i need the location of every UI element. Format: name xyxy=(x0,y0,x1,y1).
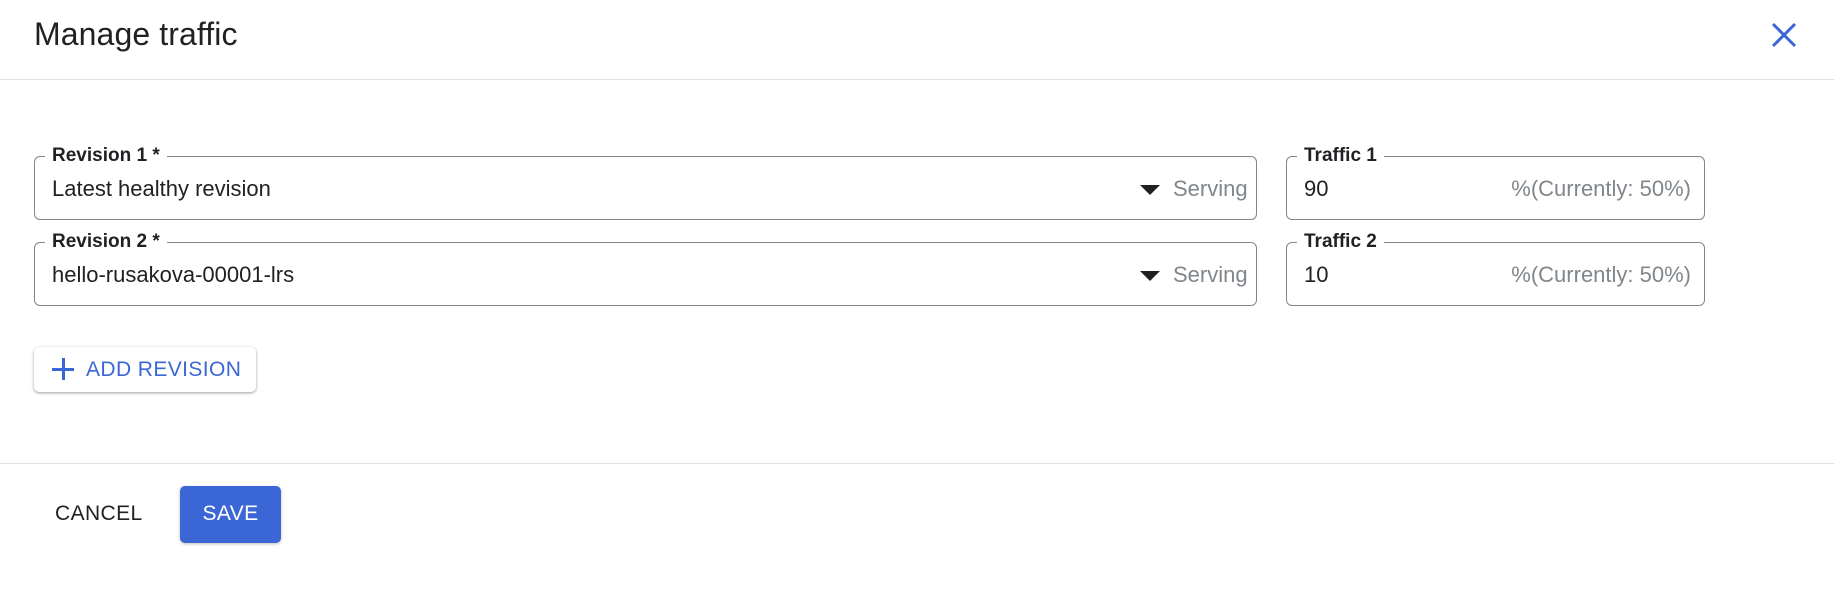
traffic-2-value[interactable]: 10 xyxy=(1304,261,1328,289)
traffic-1-value[interactable]: 90 xyxy=(1304,175,1328,203)
dialog-header: Manage traffic xyxy=(0,0,1834,80)
traffic-2-suffix: %(Currently: 50%) xyxy=(1511,262,1691,287)
revision-2-value: hello-rusakova-00001-lrs xyxy=(52,262,295,287)
cancel-button[interactable]: CANCEL xyxy=(40,486,160,542)
add-revision-button[interactable]: ADD REVISION xyxy=(34,347,256,392)
plus-icon xyxy=(52,358,74,380)
save-button[interactable]: SAVE xyxy=(180,486,281,543)
revision-1-status: Serving xyxy=(1173,176,1248,201)
revision-2-select[interactable]: Revision 2 * hello-rusakova-00001-lrs Se… xyxy=(34,230,1257,306)
traffic-1-label: Traffic 1 xyxy=(1297,144,1384,168)
traffic-1-input[interactable]: Traffic 1 90 %(Currently: 50%) xyxy=(1286,144,1705,220)
revision-2-status: Serving xyxy=(1173,262,1248,287)
cancel-label: CANCEL xyxy=(55,502,143,525)
revision-1-select[interactable]: Revision 1 * Latest healthy revision Ser… xyxy=(34,144,1257,220)
dropdown-arrow-icon[interactable] xyxy=(1140,271,1160,281)
traffic-2-label: Traffic 2 xyxy=(1297,230,1384,254)
footer-divider xyxy=(0,463,1834,464)
revision-1-value: Latest healthy revision xyxy=(52,176,271,201)
close-button[interactable] xyxy=(1766,17,1802,53)
add-revision-label: ADD REVISION xyxy=(86,358,242,381)
dialog-title: Manage traffic xyxy=(34,16,238,52)
traffic-1-suffix: %(Currently: 50%) xyxy=(1511,176,1691,201)
dropdown-arrow-icon[interactable] xyxy=(1140,185,1160,195)
traffic-2-input[interactable]: Traffic 2 10 %(Currently: 50%) xyxy=(1286,230,1705,306)
close-icon xyxy=(1771,22,1797,48)
revision-1-label: Revision 1 * xyxy=(45,144,167,168)
revision-2-label: Revision 2 * xyxy=(45,230,167,254)
save-label: SAVE xyxy=(202,502,259,525)
